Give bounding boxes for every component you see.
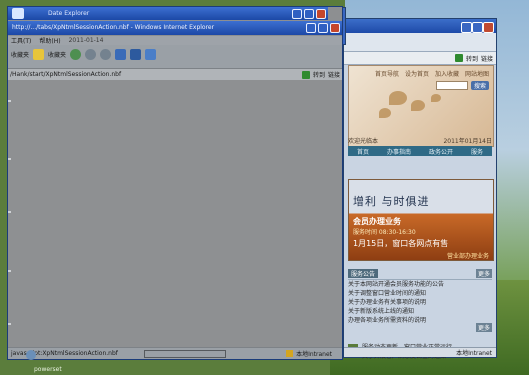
go-button[interactable]: 转到 [313, 70, 325, 79]
menu-item-help[interactable]: 帮助(H) [39, 36, 60, 45]
back-browser-window[interactable]: 转到 链接 首页导航 设为首页 加入收藏 网站地图 搜索 欢迎光临本 2011年… [343, 18, 497, 360]
go-button[interactable]: 转到 [466, 54, 478, 63]
menu-bar: 工具(T) 帮助(H) 2011-01-14 [8, 36, 342, 45]
promo-banner[interactable]: 增利 与时俱进 会员办理业务 服务时间 08:30-16:30 1月15日，窗口… [348, 179, 494, 261]
maximize-icon[interactable] [318, 23, 328, 33]
nav-item[interactable]: 办事指南 [387, 147, 411, 156]
margin-mark [8, 323, 11, 325]
banner-note: 营业部办理业务 [446, 253, 489, 260]
list-item[interactable]: 关于办理业务有关事项的说明 [348, 298, 492, 307]
top-nav-link[interactable]: 网站地图 [465, 69, 489, 78]
links-label[interactable]: 链接 [481, 54, 493, 63]
margin-mark [8, 158, 11, 160]
maximize-icon[interactable] [304, 9, 314, 19]
leaf-decoration-icon [431, 94, 441, 102]
list-item[interactable]: 关于新版系统上线的通知 [348, 307, 492, 316]
back-statusbar: 本地Intranet [344, 347, 496, 357]
site-header: 首页导航 设为首页 加入收藏 网站地图 搜索 [348, 65, 494, 147]
desktop-label[interactable]: powerset [34, 366, 62, 373]
margin-mark [8, 100, 11, 102]
site-nav-bar: 首页 办事指南 政务公开 服务 [348, 146, 492, 156]
margin-mark [8, 270, 11, 272]
messenger-icon[interactable] [130, 48, 142, 60]
close-icon[interactable] [330, 23, 340, 33]
date-text: 2011年01月14日 [443, 138, 492, 145]
maximize-icon[interactable] [472, 22, 483, 33]
banner-line: 1月15日，窗口各网点有售 [353, 239, 449, 248]
close-icon[interactable] [316, 9, 326, 19]
toolbar-button[interactable]: 收藏夹 [11, 50, 29, 59]
notice-panel: 服务公告 更多 关于本网站开通会员服务功能的公告 关于调整窗口营业时间的通知 关… [348, 269, 492, 325]
site-search: 搜索 [435, 81, 489, 90]
front-window-titlebar[interactable]: http://.../tabs/XpNtmlSessionAction.nbf … [8, 21, 342, 35]
zone-icon [286, 350, 294, 357]
list-item[interactable]: 办理各项业务所需资料的说明 [348, 316, 492, 325]
edit-icon[interactable] [115, 48, 127, 60]
toolbar-button[interactable]: 收藏夹 [48, 50, 66, 59]
window-title: http://.../tabs/XpNtmlSessionAction.nbf … [12, 24, 215, 31]
progress-bar [144, 349, 227, 358]
go-arrow-icon[interactable] [454, 54, 463, 62]
notice-header: 服务公告 更多 [348, 269, 492, 280]
top-nav-link[interactable]: 设为首页 [405, 69, 429, 78]
back-window-titlebar[interactable] [344, 19, 496, 33]
tab-title: Date Explorer [48, 10, 90, 17]
site-top-nav: 首页导航 设为首页 加入收藏 网站地图 [375, 69, 489, 78]
more-link[interactable]: 更多 [475, 323, 492, 332]
go-arrow-icon[interactable] [301, 70, 310, 79]
security-zone: 本地Intranet [456, 350, 492, 357]
browser-toolbar: 收藏夹 收藏夹 [8, 45, 342, 63]
nav-item[interactable]: 首页 [357, 147, 369, 156]
site-date-row: 欢迎光临本 2011年01月14日 [348, 136, 492, 145]
top-nav-link[interactable]: 首页导航 [375, 69, 399, 78]
front-browser-window[interactable]: Date Explorer http://.../tabs/XpNtmlSess… [7, 6, 343, 360]
top-nav-link[interactable]: 加入收藏 [435, 69, 459, 78]
page-content-area[interactable] [8, 80, 342, 348]
menu-item-tools[interactable]: 工具(T) [11, 36, 31, 45]
search-input[interactable] [435, 81, 468, 90]
minimize-icon[interactable] [461, 22, 472, 33]
back-window-toolbar [344, 33, 496, 52]
list-item[interactable]: 关于调整窗口营业时间的通知 [348, 289, 492, 298]
leaf-decoration-icon [379, 108, 391, 118]
desktop-shortcut-icon[interactable] [26, 350, 36, 360]
more-link[interactable]: 更多 [475, 269, 492, 278]
address-input[interactable]: /Hank/start/XpNtmlSessionAction.nbf [10, 71, 121, 78]
nav-item[interactable]: 政务公开 [429, 147, 453, 156]
favorites-star-icon[interactable] [33, 48, 45, 60]
leaf-decoration-icon [389, 91, 407, 105]
status-bar: javascript:XpNtmlSessionAction.nbf 本地Int… [8, 347, 342, 359]
mail-icon[interactable] [85, 48, 97, 60]
print-icon[interactable] [100, 48, 112, 60]
banner-title: 增利 与时俱进 [353, 195, 430, 208]
front-tab-titlebar[interactable]: Date Explorer [8, 7, 328, 20]
ie-icon [12, 8, 24, 19]
back-window-addressbar[interactable]: 转到 链接 [344, 52, 496, 65]
research-icon[interactable] [145, 48, 157, 60]
margin-mark [8, 211, 11, 213]
address-actions: 转到 链接 [301, 70, 340, 79]
search-button[interactable]: 搜索 [470, 81, 489, 90]
welcome-text: 欢迎光临本 [348, 138, 379, 145]
minimize-icon[interactable] [306, 23, 316, 33]
minimize-icon[interactable] [292, 9, 302, 19]
banner-line: 服务时间 08:30-16:30 [353, 229, 416, 236]
list-item[interactable]: 关于本网站开通会员服务功能的公告 [348, 280, 492, 289]
leaf-decoration-icon [411, 100, 425, 111]
nav-item[interactable]: 服务 [471, 147, 483, 156]
banner-line: 会员办理业务 [353, 217, 401, 226]
links-label[interactable]: 链接 [328, 70, 340, 79]
history-icon[interactable] [70, 48, 82, 60]
tab-subtitle: 2011-01-14 [68, 37, 104, 44]
notice-tab[interactable]: 服务公告 [348, 269, 379, 278]
close-icon[interactable] [483, 22, 494, 33]
security-zone: 本地Intranet [296, 351, 332, 358]
